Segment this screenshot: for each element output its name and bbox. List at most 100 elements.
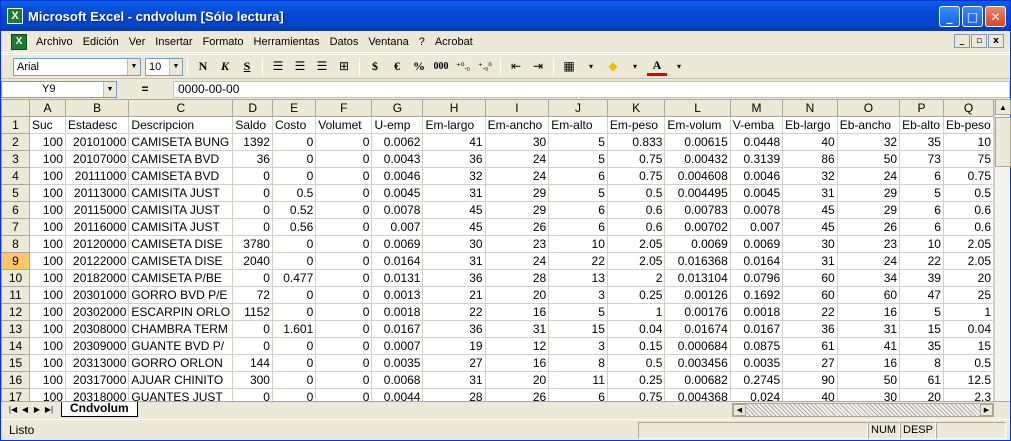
cell[interactable]: 0.01674 xyxy=(664,320,731,338)
cell[interactable]: 0 xyxy=(232,320,273,338)
cell[interactable]: 5 xyxy=(548,133,608,151)
row-header[interactable]: 9 xyxy=(1,252,30,270)
cell[interactable]: CAMISETA BVD xyxy=(128,150,234,168)
cell[interactable]: 100 xyxy=(29,201,66,219)
cell[interactable]: 3 xyxy=(548,337,608,355)
cell[interactable]: 0 xyxy=(271,235,317,253)
cell[interactable]: CHAMBRA TERM xyxy=(128,320,234,338)
cell[interactable]: 0.5 xyxy=(606,184,666,202)
cell[interactable]: CAMISETA BVD xyxy=(128,167,234,185)
cell[interactable]: 60 xyxy=(782,269,838,287)
cell[interactable]: 0.04 xyxy=(942,320,994,338)
cell[interactable]: 0.0046 xyxy=(371,167,424,185)
chevron-down-icon[interactable]: ▼ xyxy=(127,58,140,75)
cell[interactable]: 20111000 xyxy=(64,167,130,185)
cell[interactable]: 15 xyxy=(899,320,944,338)
cell[interactable]: 0.0035 xyxy=(371,354,424,372)
cell[interactable]: 0 xyxy=(315,303,373,321)
cell[interactable]: 0 xyxy=(232,388,273,401)
cell[interactable]: 29 xyxy=(484,184,550,202)
cell[interactable]: 100 xyxy=(29,286,66,304)
cell[interactable]: 0.00176 xyxy=(664,303,731,321)
cell[interactable]: 0.004608 xyxy=(664,167,731,185)
menu-ventana[interactable]: Ventana xyxy=(363,33,413,51)
cell[interactable]: 0.00126 xyxy=(664,286,731,304)
cell[interactable]: 100 xyxy=(29,167,66,185)
vertical-scroll-thumb[interactable] xyxy=(995,117,1011,167)
cell[interactable]: 0 xyxy=(271,354,317,372)
cell[interactable]: 0.0167 xyxy=(371,320,424,338)
cell[interactable]: 20182000 xyxy=(64,269,130,287)
workbook-icon[interactable]: X xyxy=(11,33,27,50)
cell[interactable]: 26 xyxy=(484,388,550,401)
cell[interactable]: 2.05 xyxy=(606,252,666,270)
cell[interactable]: 0.75 xyxy=(606,388,666,401)
cell[interactable]: 0.00702 xyxy=(664,218,731,236)
cell[interactable]: 16 xyxy=(484,303,550,321)
cell[interactable]: Volumet xyxy=(315,116,373,134)
column-header-e[interactable]: E xyxy=(271,99,317,117)
cell[interactable]: 11 xyxy=(548,371,608,389)
cell[interactable]: 20 xyxy=(484,371,550,389)
cell[interactable]: 27 xyxy=(782,354,838,372)
cell[interactable]: 6 xyxy=(548,201,608,219)
borders-icon[interactable]: ▦ xyxy=(559,57,579,77)
cell[interactable]: 0.1692 xyxy=(729,286,784,304)
cell[interactable]: 24 xyxy=(836,167,901,185)
cell[interactable]: 1392 xyxy=(232,133,273,151)
cell[interactable]: 10 xyxy=(548,235,608,253)
cell[interactable]: 0.0045 xyxy=(729,184,784,202)
cell[interactable]: 0 xyxy=(271,133,317,151)
row-header[interactable]: 11 xyxy=(1,286,30,304)
cell[interactable]: 60 xyxy=(782,286,838,304)
cell[interactable]: 0 xyxy=(315,320,373,338)
maximize-button[interactable]: □ xyxy=(962,6,983,27)
cell[interactable]: 0.0167 xyxy=(729,320,784,338)
cell[interactable]: 31 xyxy=(484,320,550,338)
cell[interactable]: 72 xyxy=(232,286,273,304)
cell[interactable]: AJUAR CHINITO xyxy=(128,371,234,389)
cell[interactable]: 31 xyxy=(422,371,486,389)
decrease-indent-icon[interactable]: ⇤ xyxy=(506,57,526,77)
cell[interactable]: V-emba xyxy=(729,116,784,134)
cell[interactable]: 2.05 xyxy=(942,252,994,270)
scroll-right-icon[interactable]: ▶ xyxy=(980,404,993,416)
cell[interactable]: 0.0045 xyxy=(371,184,424,202)
cell[interactable]: 0.004495 xyxy=(664,184,731,202)
cell[interactable]: 40 xyxy=(782,388,838,401)
cell[interactable]: 0.0046 xyxy=(729,167,784,185)
cell[interactable]: 20318000 xyxy=(64,388,130,401)
thousands-button[interactable]: 000 xyxy=(431,57,451,77)
cell[interactable]: 0.0875 xyxy=(729,337,784,355)
cell[interactable]: 22 xyxy=(422,303,486,321)
cell[interactable]: 0.007 xyxy=(729,218,784,236)
cell[interactable]: 0.0013 xyxy=(371,286,424,304)
column-header-p[interactable]: P xyxy=(899,99,944,117)
align-center-icon[interactable]: ☰ xyxy=(290,57,310,77)
cell[interactable]: 1152 xyxy=(232,303,273,321)
cell[interactable]: 29 xyxy=(836,201,901,219)
cell[interactable]: 6 xyxy=(899,167,944,185)
column-header-l[interactable]: L xyxy=(664,99,731,117)
cell[interactable]: ESCARPIN ORLO xyxy=(128,303,234,321)
euro-button[interactable]: € xyxy=(387,57,407,77)
cell[interactable]: 100 xyxy=(29,354,66,372)
cell[interactable]: GUANTES JUST xyxy=(128,388,234,401)
cell[interactable]: 15 xyxy=(942,337,994,355)
cell[interactable]: 0.00783 xyxy=(664,201,731,219)
workbook-restore-button[interactable]: ▫ xyxy=(971,34,987,48)
cell[interactable]: 100 xyxy=(29,218,66,236)
column-header-m[interactable]: M xyxy=(729,99,784,117)
cell[interactable]: 3780 xyxy=(232,235,273,253)
cell[interactable]: 0.0068 xyxy=(371,371,424,389)
cell[interactable]: 40 xyxy=(782,133,838,151)
cell[interactable]: CAMISETA P/BE xyxy=(128,269,234,287)
cell[interactable]: 24 xyxy=(484,150,550,168)
cell[interactable]: 0.75 xyxy=(606,167,666,185)
chevron-down-icon[interactable]: ▾ xyxy=(581,57,601,77)
cell[interactable]: 15 xyxy=(548,320,608,338)
close-button[interactable]: ✕ xyxy=(985,6,1006,27)
menu-insertar[interactable]: Insertar xyxy=(150,33,197,51)
cell[interactable]: 20308000 xyxy=(64,320,130,338)
column-header-q[interactable]: Q xyxy=(942,99,994,117)
